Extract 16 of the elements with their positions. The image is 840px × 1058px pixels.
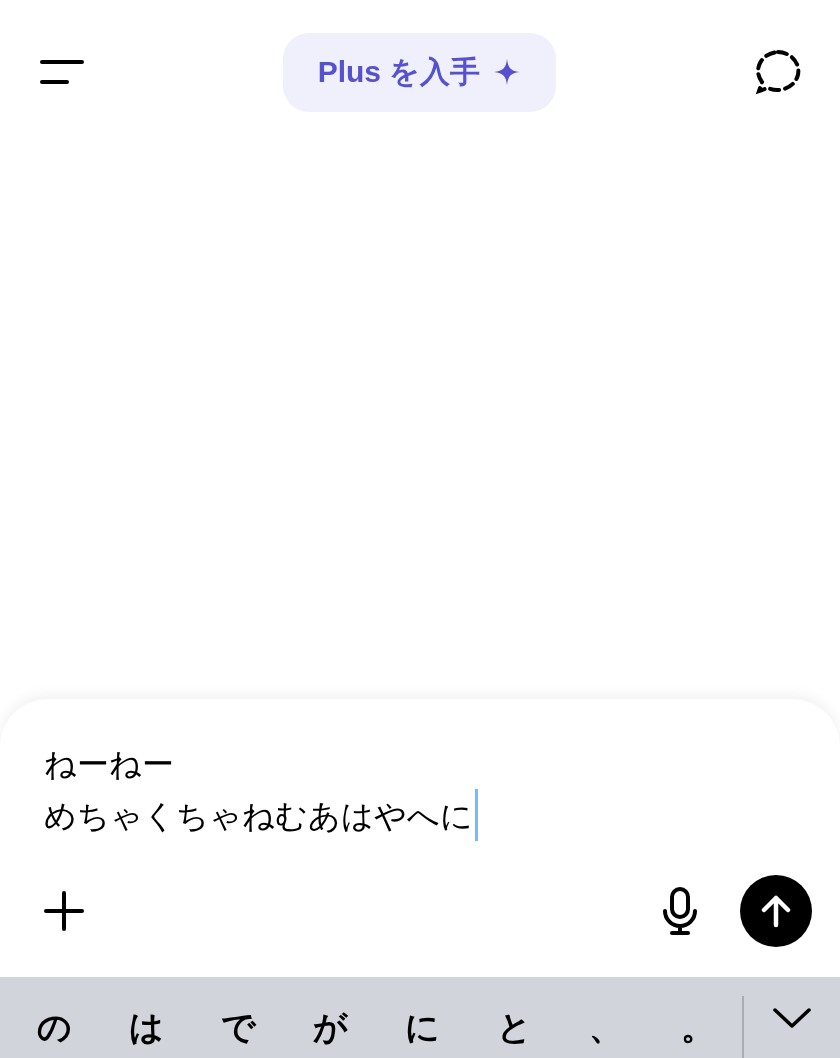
menu-icon[interactable] [40,60,84,84]
candidate-key[interactable]: で [192,983,284,1052]
upgrade-button[interactable]: Plus を入手 [282,32,556,112]
plus-icon[interactable] [44,891,84,931]
candidate-key[interactable]: 。 [652,983,744,1052]
candidate-key[interactable]: が [284,983,376,1052]
candidate-key[interactable]: の [8,983,100,1052]
candidate-key[interactable]: は [100,983,192,1052]
message-field[interactable]: ねーねー めちゃくちゃねむあはやへに [44,739,812,841]
dashed-chat-bubble-icon[interactable] [754,49,802,95]
chevron-down-icon[interactable] [773,1006,811,1029]
candidate-key[interactable]: 、 [560,983,652,1052]
candidate-key[interactable]: に [376,983,468,1052]
microphone-icon[interactable] [662,887,698,935]
text-cursor [475,789,478,841]
candidate-key[interactable]: と [468,983,560,1052]
